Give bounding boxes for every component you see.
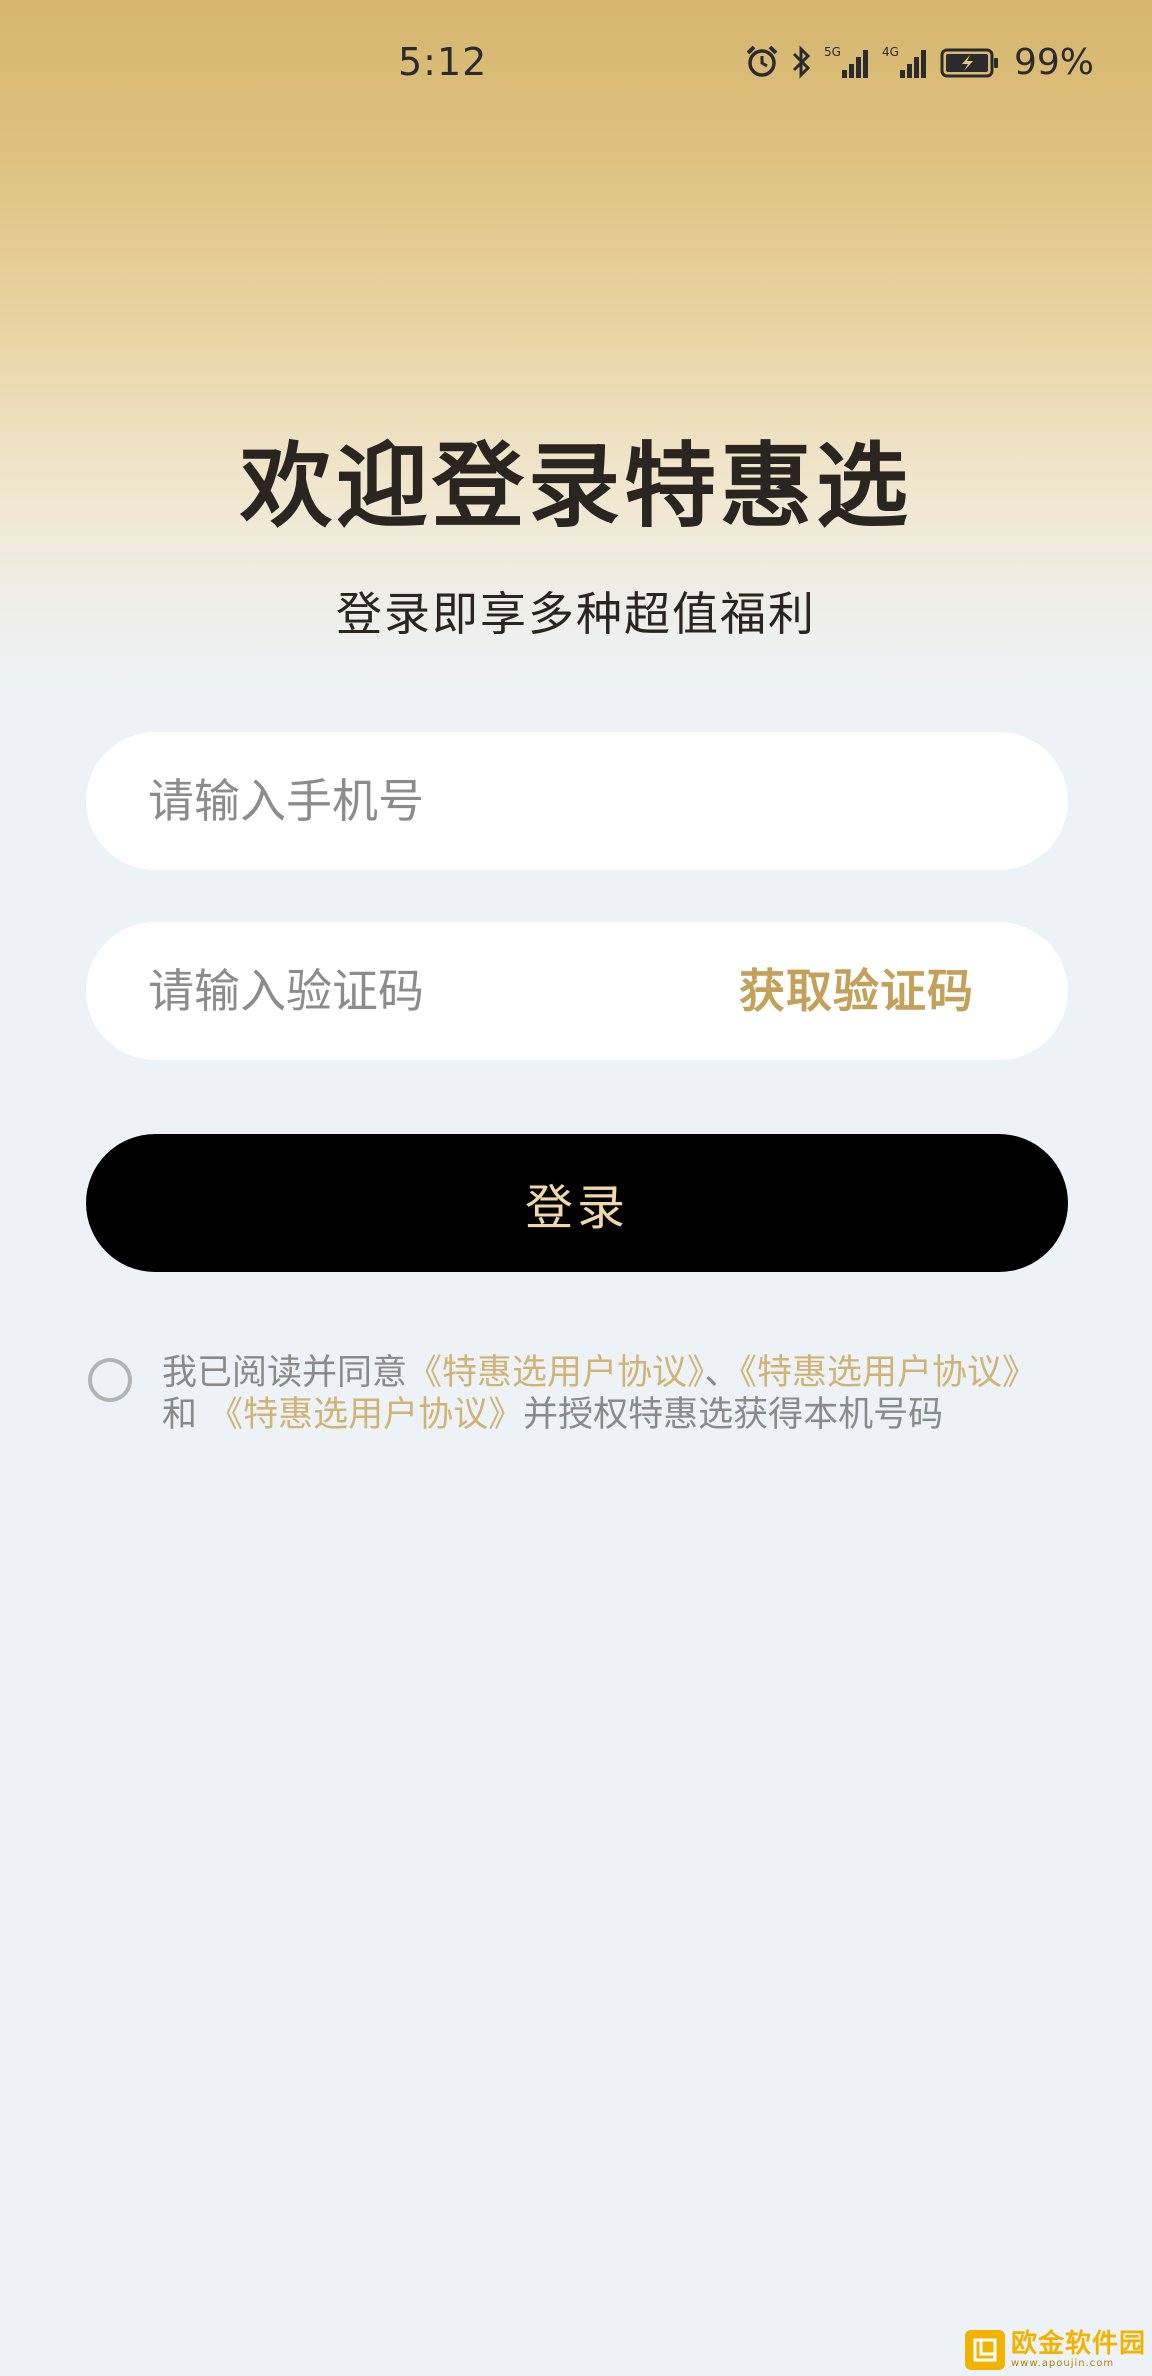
user-agreement-link-2[interactable]: 《特惠选用户协议》: [740, 1353, 1038, 1393]
agreement-separator: 、: [704, 1353, 740, 1393]
page-subtitle: 登录即享多种超值福利: [336, 587, 816, 641]
signal-5g-icon: 5G: [824, 44, 872, 80]
code-input[interactable]: [148, 922, 668, 1060]
watermark-subtitle: www.apoujin.com: [1010, 2358, 1115, 2369]
phone-input[interactable]: [148, 732, 1008, 870]
bluetooth-icon: [790, 44, 814, 80]
battery-charging-icon: [940, 44, 1000, 80]
user-agreement-link-1[interactable]: 《特惠选用户协议》: [407, 1353, 705, 1393]
get-code-button[interactable]: 获取验证码: [739, 922, 974, 1060]
battery-percent: 99%: [1013, 41, 1094, 83]
watermark-title: 欧金软件园: [1010, 2329, 1146, 2359]
agreement-prefix: 我已阅读并同意: [162, 1353, 408, 1393]
agreement-and: 和: [162, 1395, 198, 1435]
status-icons: 5G 4G 99%: [744, 41, 1094, 83]
login-button[interactable]: 登录: [86, 1134, 1068, 1272]
phone-field: [86, 732, 1068, 870]
net-5g-label: 5G: [824, 45, 841, 59]
user-agreement-link-3[interactable]: 《特惠选用户协议》: [208, 1395, 523, 1435]
status-time: 5:12: [398, 40, 488, 84]
net-4g-label: 4G: [882, 45, 899, 59]
status-bar: 5:12 5G 4G 99%: [0, 0, 1152, 132]
signal-4g-icon: 4G: [882, 44, 930, 80]
watermark-logo-icon: [964, 2330, 1005, 2370]
code-field: 获取验证码: [86, 922, 1068, 1060]
page-title: 欢迎登录特惠选: [239, 433, 912, 540]
watermark: 欧金软件园 www.apoujin.com: [964, 2330, 1146, 2370]
alarm-icon: [744, 44, 780, 80]
agreement-suffix: 并授权特惠选获得本机号码: [523, 1395, 944, 1435]
watermark-text: 欧金软件园 www.apoujin.com: [1011, 2330, 1146, 2370]
agreement-checkbox[interactable]: [88, 1358, 132, 1402]
agreement-text: 我已阅读并同意《特惠选用户协议》、《特惠选用户协议》 和 《特惠选用户协议》并授…: [162, 1352, 1042, 1436]
